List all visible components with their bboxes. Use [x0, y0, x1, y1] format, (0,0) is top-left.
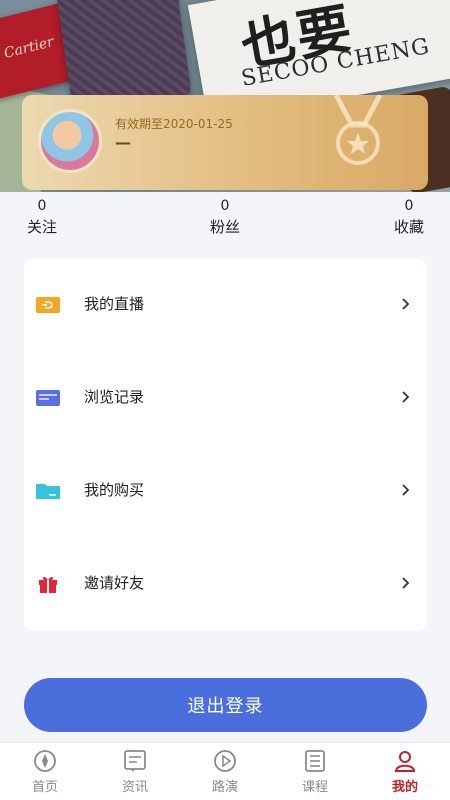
- card-brand-text: Cartier: [2, 34, 56, 62]
- member-card[interactable]: 有效期至2020-01-25 —: [22, 95, 428, 190]
- follow-count: 0: [37, 198, 47, 214]
- membership-expiry: 有效期至2020-01-25: [115, 117, 233, 131]
- tab-home[interactable]: 首页: [0, 743, 90, 800]
- tab-news[interactable]: 资讯: [90, 743, 180, 800]
- news-icon: [124, 750, 146, 772]
- tab-roadshow[interactable]: 路演: [180, 743, 270, 800]
- chevron-right-icon: [402, 298, 410, 310]
- menu-item-browse-history[interactable]: 浏览记录: [24, 352, 427, 445]
- menu-label: 浏览记录: [84, 388, 145, 406]
- username: —: [115, 133, 131, 152]
- fans-label: 粉丝: [209, 218, 240, 236]
- stat-favorites[interactable]: 0 收藏: [379, 196, 439, 238]
- menu-list: 我的直播 浏览记录 我的购买 邀请好友: [24, 259, 427, 631]
- fans-count: 0: [220, 198, 230, 214]
- tab-label: 课程: [301, 780, 328, 795]
- menu-label: 我的直播: [84, 295, 145, 313]
- menu-item-my-live[interactable]: 我的直播: [24, 259, 427, 352]
- chevron-right-icon: [402, 391, 410, 403]
- medal-icon: [333, 95, 383, 165]
- chevron-right-icon: [402, 484, 410, 496]
- follow-label: 关注: [26, 218, 57, 236]
- home-icon: [34, 750, 56, 772]
- menu-item-my-purchases[interactable]: 我的购买: [24, 445, 427, 538]
- chevron-right-icon: [402, 577, 410, 589]
- course-icon: [305, 750, 325, 772]
- logout-button[interactable]: 退出登录: [24, 678, 427, 732]
- stats-row: 0 关注 0 粉丝 0 收藏: [0, 196, 450, 242]
- tab-mine[interactable]: 我的: [360, 743, 450, 800]
- tab-label: 资讯: [121, 780, 148, 795]
- tab-course[interactable]: 课程: [270, 743, 360, 800]
- favorites-label: 收藏: [393, 218, 424, 236]
- stat-fans[interactable]: 0 粉丝: [195, 196, 255, 238]
- menu-item-invite-friends[interactable]: 邀请好友: [24, 538, 427, 631]
- favorites-count: 0: [404, 198, 414, 214]
- avatar[interactable]: [38, 109, 102, 173]
- bottom-tab-bar: 首页 资讯 路演 课程 我的: [0, 742, 450, 800]
- user-icon: [394, 751, 416, 772]
- gift-icon: [39, 576, 57, 593]
- stat-follow[interactable]: 0 关注: [12, 196, 72, 238]
- tab-label: 首页: [31, 780, 58, 795]
- tab-label: 我的: [391, 780, 418, 795]
- tab-label: 路演: [211, 780, 238, 795]
- folder-icon: [36, 484, 60, 499]
- menu-label: 我的购买: [84, 481, 145, 499]
- history-icon: [36, 390, 60, 406]
- live-icon: [36, 297, 60, 313]
- menu-label: 邀请好友: [84, 574, 145, 592]
- play-icon: [214, 750, 236, 772]
